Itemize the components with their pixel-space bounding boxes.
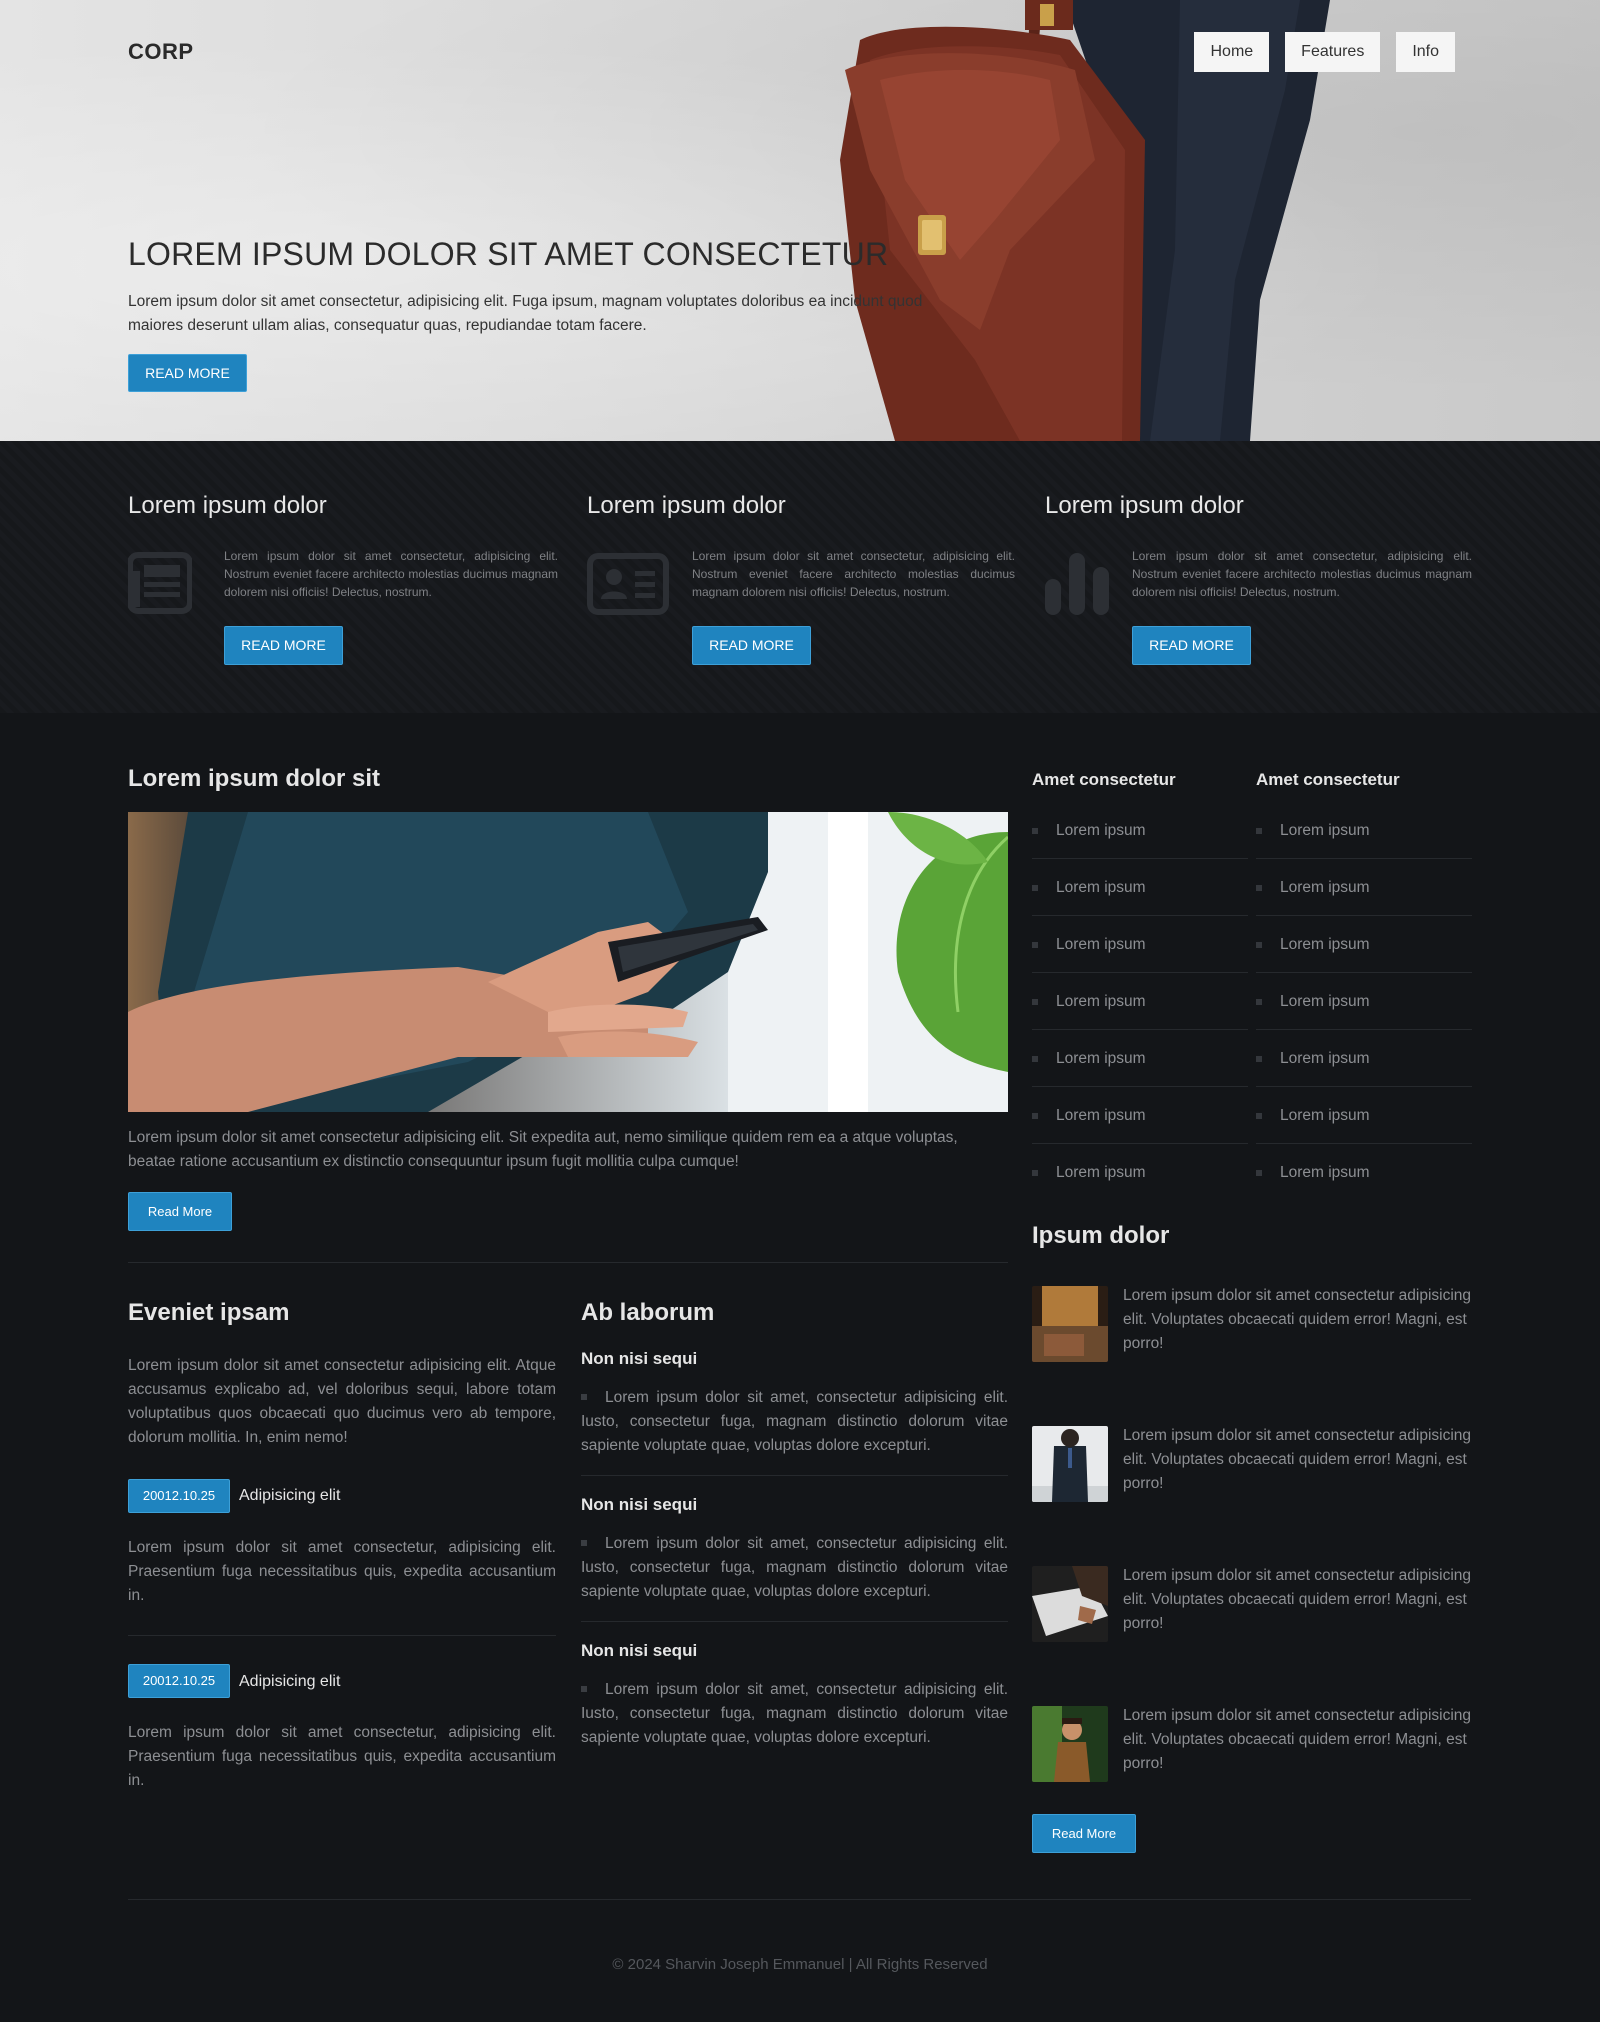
thumb-text: Lorem ipsum dolor sit amet consectetur a…	[1123, 1287, 1472, 1352]
divider	[128, 1262, 1008, 1263]
sidebar-list-item[interactable]: Lorem ipsum	[1032, 916, 1248, 973]
top-nav: Home Features Info	[1194, 32, 1455, 72]
brand-logo[interactable]: CORP	[128, 39, 194, 65]
hero-text: Lorem ipsum dolor sit amet consectetur, …	[128, 293, 923, 334]
main-content: Lorem ipsum dolor sit Lorem ipsum dolor …	[0, 713, 1600, 2022]
sidebar-list-item[interactable]: Lorem ipsum	[1256, 916, 1472, 973]
article-read-more-button[interactable]: Read More	[128, 1192, 232, 1231]
feature-title: Lorem ipsum dolor	[1045, 492, 1244, 519]
ipsum-read-more-button[interactable]: Read More	[1032, 1814, 1136, 1853]
article-text: Lorem ipsum dolor sit amet consectetur a…	[128, 1129, 958, 1170]
thumbnail-image	[1032, 1706, 1108, 1782]
sidebar-list-title: Amet consectetur	[1032, 770, 1176, 789]
eveniet-title: Eveniet ipsam	[128, 1299, 290, 1326]
nav-features[interactable]: Features	[1285, 32, 1381, 72]
post-text: Lorem ipsum dolor sit amet consectetur, …	[128, 1539, 556, 1604]
feature-read-more-button[interactable]: READ MORE	[1132, 626, 1251, 665]
thumbnail-image	[1032, 1566, 1108, 1642]
sidebar-list-item[interactable]: Lorem ipsum	[1256, 1144, 1472, 1201]
nav-home[interactable]: Home	[1194, 32, 1270, 72]
features-section: Lorem ipsum dolor Lorem ipsum dolor sit …	[0, 441, 1600, 713]
feature-read-more-button[interactable]: READ MORE	[692, 626, 811, 665]
sidebar-list-item[interactable]: Lorem ipsum	[1256, 1030, 1472, 1087]
divider	[581, 1621, 1008, 1622]
feature-card: Lorem ipsum dolor Lorem ipsum dolor sit …	[587, 441, 1017, 713]
thumbnail-image	[1032, 1426, 1108, 1502]
hero-title: LOREM IPSUM DOLOR SIT AMET CONSECTETUR	[128, 236, 889, 272]
sidebar-list-item[interactable]: Lorem ipsum	[1256, 859, 1472, 916]
sidebar-list-item[interactable]: Lorem ipsum	[1256, 1087, 1472, 1144]
laborum-text: Lorem ipsum dolor sit amet, consectetur …	[581, 1535, 1008, 1600]
feature-card: Lorem ipsum dolor Lorem ipsum dolor sit …	[1045, 441, 1475, 713]
feature-title: Lorem ipsum dolor	[587, 492, 786, 519]
date-badge: 20012.10.25	[128, 1479, 230, 1513]
laborum-text: Lorem ipsum dolor sit amet, consectetur …	[581, 1389, 1008, 1454]
feature-read-more-button[interactable]: READ MORE	[224, 626, 343, 665]
laborum-heading: Non nisi sequi	[581, 1641, 698, 1660]
sidebar-list-item[interactable]: Lorem ipsum	[1032, 1144, 1248, 1201]
feature-text: Lorem ipsum dolor sit amet consectetur, …	[692, 549, 1015, 599]
feature-title: Lorem ipsum dolor	[128, 492, 327, 519]
divider	[128, 1635, 556, 1636]
laborum-heading: Non nisi sequi	[581, 1349, 698, 1368]
sidebar-list-item[interactable]: Lorem ipsum	[1256, 802, 1472, 859]
laborum-heading: Non nisi sequi	[581, 1495, 698, 1514]
sidebar-list-item[interactable]: Lorem ipsum	[1032, 859, 1248, 916]
sidebar-list: Amet consectetur Lorem ipsum Lorem ipsum…	[1032, 762, 1248, 1201]
footer-copyright: © 2024 Sharvin Joseph Emmanuel | All Rig…	[612, 1956, 988, 1973]
newspaper-icon	[128, 552, 192, 614]
feature-card: Lorem ipsum dolor Lorem ipsum dolor sit …	[128, 441, 558, 713]
divider	[581, 1475, 1008, 1476]
sidebar-list-item[interactable]: Lorem ipsum	[1032, 973, 1248, 1030]
ipsum-title: Ipsum dolor	[1032, 1222, 1170, 1249]
sidebar-list-title: Amet consectetur	[1256, 770, 1400, 789]
feature-text: Lorem ipsum dolor sit amet consectetur, …	[1132, 549, 1472, 599]
id-card-icon	[587, 553, 669, 615]
sidebar-list-item[interactable]: Lorem ipsum	[1032, 1030, 1248, 1087]
date-badge: 20012.10.25	[128, 1664, 230, 1698]
post-label[interactable]: Adipisicing elit	[239, 1673, 340, 1691]
nav-info[interactable]: Info	[1396, 32, 1455, 72]
sidebar-list-item[interactable]: Lorem ipsum	[1032, 802, 1248, 859]
thumb-text: Lorem ipsum dolor sit amet consectetur a…	[1123, 1427, 1472, 1492]
sidebar-list-item[interactable]: Lorem ipsum	[1256, 973, 1472, 1030]
hero-section: CORP Home Features Info LOREM IPSUM DOLO…	[0, 0, 1600, 441]
hero-read-more-button[interactable]: READ MORE	[128, 354, 247, 392]
article-title: Lorem ipsum dolor sit	[128, 765, 381, 792]
laborum-text: Lorem ipsum dolor sit amet, consectetur …	[581, 1681, 1008, 1746]
thumbnail-image	[1032, 1286, 1108, 1362]
feature-text: Lorem ipsum dolor sit amet consectetur, …	[224, 549, 558, 599]
laborum-title: Ab laborum	[581, 1299, 715, 1326]
post-label[interactable]: Adipisicing elit	[239, 1487, 340, 1505]
footer-divider	[128, 1899, 1471, 1900]
thumb-text: Lorem ipsum dolor sit amet consectetur a…	[1123, 1567, 1472, 1632]
bar-chart-icon	[1045, 553, 1109, 615]
sidebar-list: Amet consectetur Lorem ipsum Lorem ipsum…	[1256, 762, 1472, 1201]
eveniet-intro: Lorem ipsum dolor sit amet consectetur a…	[128, 1357, 556, 1446]
thumb-text: Lorem ipsum dolor sit amet consectetur a…	[1123, 1707, 1472, 1772]
article-photo-phone	[128, 812, 1008, 1112]
sidebar-list-item[interactable]: Lorem ipsum	[1032, 1087, 1248, 1144]
post-text: Lorem ipsum dolor sit amet consectetur, …	[128, 1724, 556, 1789]
